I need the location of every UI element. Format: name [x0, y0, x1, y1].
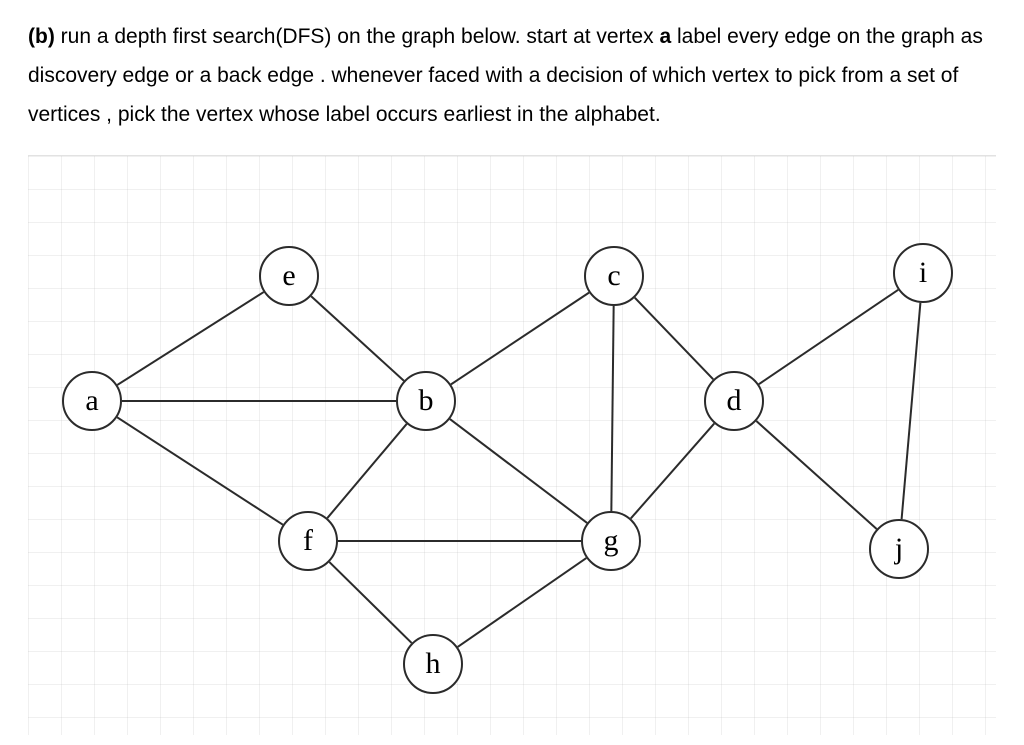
edge-d-j [756, 421, 876, 529]
vertex-g: g [581, 511, 641, 571]
edge-d-g [631, 423, 714, 518]
problem-statement: (b) run a depth first search(DFS) on the… [28, 18, 996, 135]
edge-b-f [327, 423, 406, 517]
edge-b-g [450, 419, 587, 523]
edge-c-d [635, 297, 713, 379]
edge-b-c [451, 292, 589, 384]
problem-part1: run a depth first search(DFS) on the gra… [55, 25, 660, 48]
graph-canvas: a b c d e f g h i j [28, 155, 996, 735]
vertex-e: e [259, 246, 319, 306]
vertex-f: f [278, 511, 338, 571]
vertex-b: b [396, 371, 456, 431]
edge-d-i [759, 289, 898, 383]
edge-f-h [329, 562, 411, 643]
vertex-d: d [704, 371, 764, 431]
edge-a-f [117, 417, 283, 524]
problem-label: (b) [28, 25, 55, 48]
edge-i-j [902, 302, 921, 518]
vertex-a: a [62, 371, 122, 431]
edge-c-g [611, 306, 613, 511]
vertex-i: i [893, 243, 953, 303]
vertex-h: h [403, 634, 463, 694]
vertex-j: j [869, 519, 929, 579]
start-vertex-name: a [659, 25, 671, 48]
vertex-c: c [584, 246, 644, 306]
edge-g-h [458, 558, 587, 647]
edge-a-e [117, 292, 263, 385]
edge-b-e [311, 296, 404, 381]
edges-layer [28, 156, 996, 735]
